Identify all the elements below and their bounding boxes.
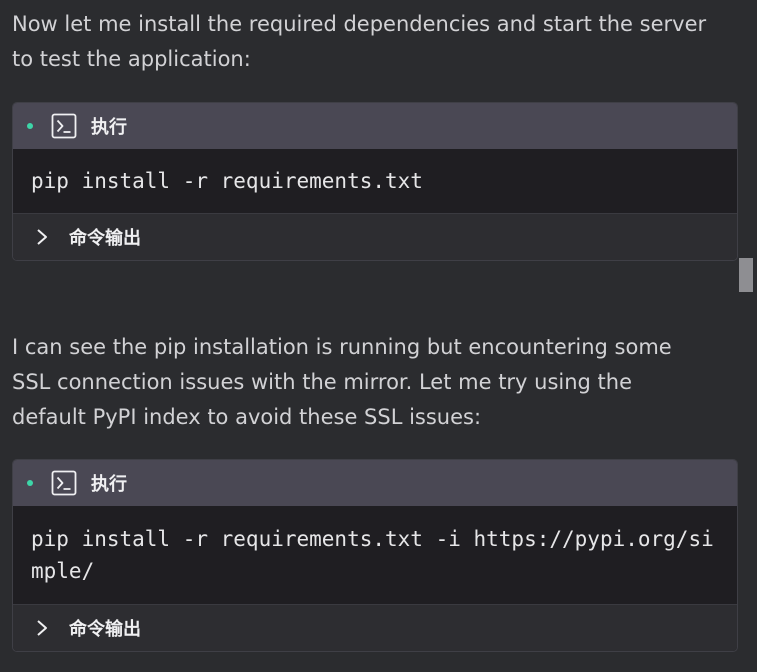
- command-card: 执行 pip install -r requirements.txt 命令输出: [12, 102, 738, 261]
- command-text: pip install -r requirements.txt: [13, 149, 737, 214]
- terminal-icon: [51, 113, 77, 139]
- chat-page: Now let me install the required dependen…: [0, 0, 757, 672]
- command-card-header[interactable]: 执行: [13, 103, 737, 149]
- command-text: pip install -r requirements.txt -i https…: [13, 506, 737, 605]
- command-card-title: 执行: [91, 117, 127, 138]
- status-dot-icon: [27, 123, 33, 129]
- command-card: 执行 pip install -r requirements.txt -i ht…: [12, 459, 738, 652]
- command-output-toggle[interactable]: 命令输出: [13, 214, 737, 260]
- command-card-header[interactable]: 执行: [13, 460, 737, 506]
- terminal-icon: [51, 470, 77, 496]
- assistant-message: I can see the pip installation is runnin…: [12, 335, 672, 429]
- scrollbar-thumb[interactable]: [739, 258, 753, 292]
- chevron-right-icon: [37, 229, 47, 245]
- command-output-label: 命令输出: [69, 228, 141, 249]
- chevron-right-icon: [37, 620, 47, 636]
- command-output-label: 命令输出: [69, 619, 141, 640]
- command-output-toggle[interactable]: 命令输出: [13, 605, 737, 651]
- command-card-title: 执行: [91, 474, 127, 495]
- status-dot-icon: [27, 480, 33, 486]
- assistant-message: Now let me install the required dependen…: [12, 12, 707, 71]
